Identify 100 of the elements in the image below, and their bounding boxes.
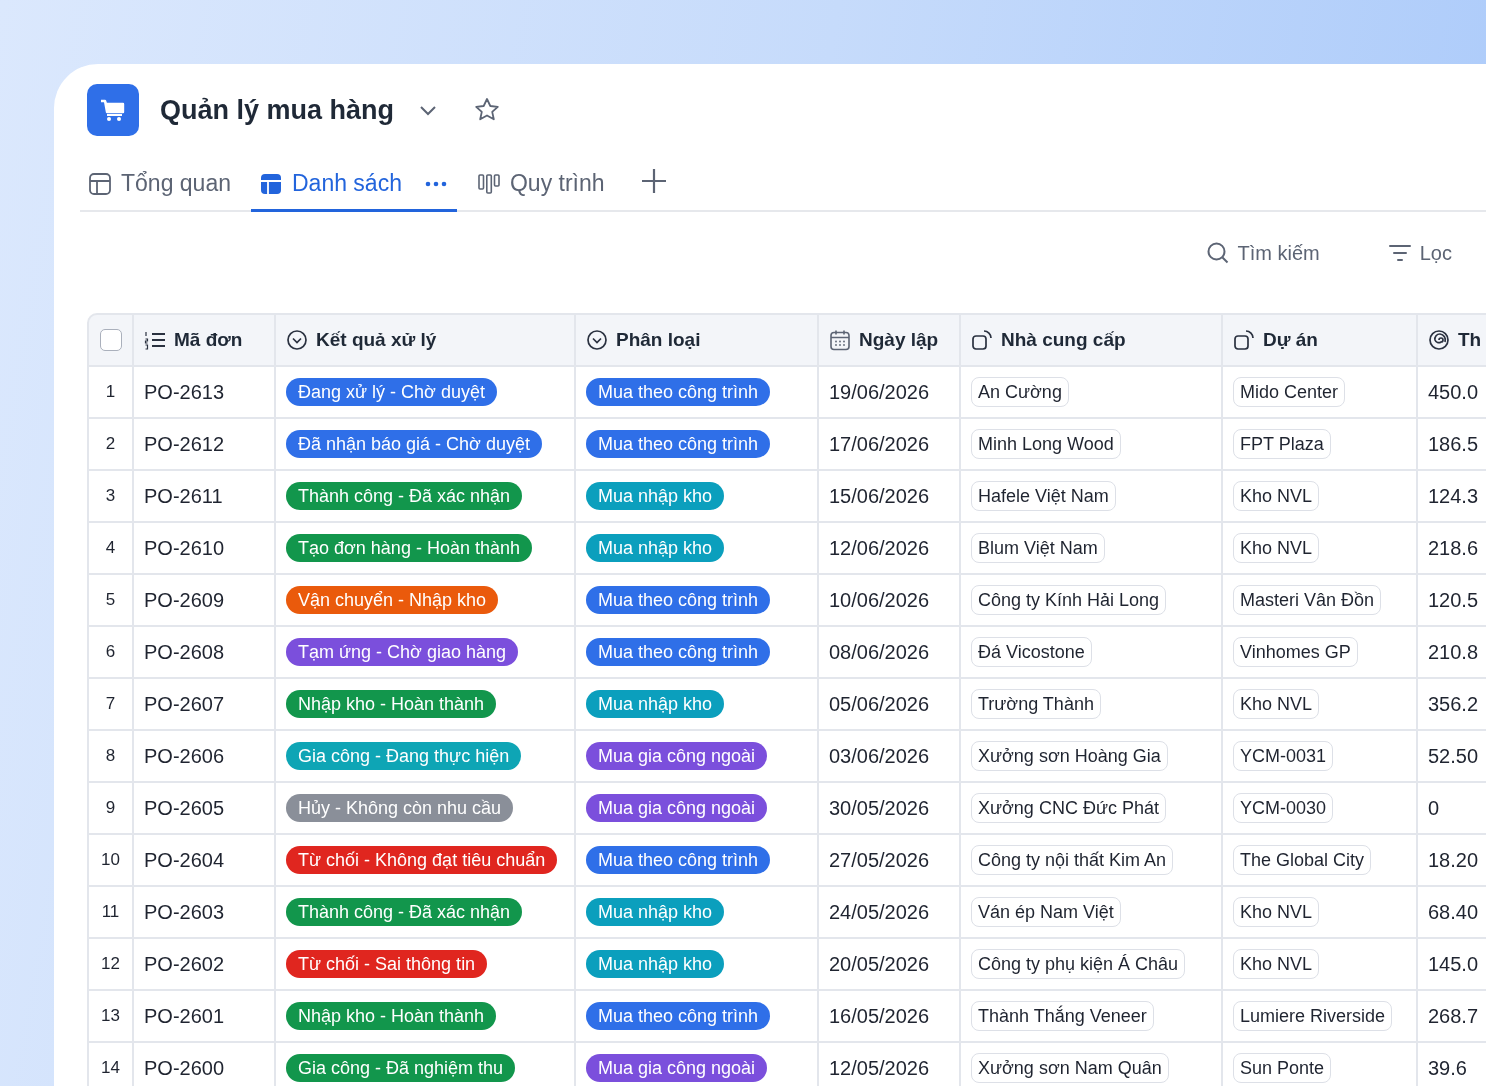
amount-text: 68.40 (1428, 900, 1479, 923)
project-chip[interactable]: Kho NVL (1233, 949, 1320, 979)
star-icon[interactable] (474, 97, 501, 123)
project-chip[interactable]: Kho NVL (1233, 689, 1320, 719)
supplier-chip[interactable]: Xưởng CNC Đức Phát (971, 793, 1166, 823)
category-tag: Mua theo công trình (586, 586, 771, 614)
supplier-chip[interactable]: Công ty nội thất Kim An (971, 845, 1174, 875)
status-tag: Từ chối - Không đạt tiêu chuẩn (286, 846, 558, 874)
category-tag: Mua nhập kho (586, 898, 725, 926)
column-header: Dự án (1263, 329, 1318, 351)
category-tag: Mua nhập kho (586, 690, 725, 718)
order-code: PO-2612 (144, 432, 225, 455)
date-text: 19/06/2026 (829, 380, 930, 403)
amount-text: 120.5 (1428, 588, 1479, 611)
date-text: 30/05/2026 (829, 796, 930, 819)
amount-text: 124.3 (1428, 484, 1479, 507)
order-code: PO-2607 (144, 692, 225, 715)
status-tag: Nhập kho - Hoàn thành (286, 690, 497, 718)
linked-square-icon (1233, 329, 1255, 351)
supplier-chip[interactable]: Công ty Kính Hải Long (971, 585, 1167, 615)
date-text: 16/05/2026 (829, 1004, 930, 1027)
column-header: Ngày lập (859, 329, 939, 351)
project-chip[interactable]: YCM-0030 (1233, 793, 1334, 823)
search-button[interactable]: Tìm kiếm (1199, 238, 1326, 268)
chevron-circle-icon (286, 329, 308, 351)
status-tag: Vận chuyển - Nhập kho (286, 586, 499, 614)
project-chip[interactable]: YCM-0031 (1233, 741, 1334, 771)
amount-text: 186.5 (1428, 432, 1479, 455)
project-chip[interactable]: Sun Ponte (1233, 1053, 1332, 1083)
plus-icon[interactable] (640, 168, 667, 194)
status-tag: Thành công - Đã xác nhận (286, 482, 523, 510)
supplier-chip[interactable]: Trường Thành (971, 689, 1101, 719)
row-number: 9 (105, 798, 116, 817)
row-number: 10 (101, 850, 120, 869)
calendar-icon (829, 329, 851, 351)
app-logo (87, 84, 139, 136)
category-tag: Mua theo công trình (586, 846, 771, 874)
row-number: 8 (105, 746, 116, 765)
date-text: 20/05/2026 (829, 952, 930, 975)
status-tag: Đã nhận báo giá - Chờ duyệt (286, 430, 542, 458)
project-chip[interactable]: Vinhomes GP (1233, 637, 1358, 667)
date-text: 12/06/2026 (829, 536, 930, 559)
amount-text: 18.20 (1428, 848, 1479, 871)
table-icon (88, 171, 112, 196)
status-tag: Gia công - Đang thực hiện (286, 742, 522, 770)
supplier-chip[interactable]: Hafele Việt Nam (971, 481, 1116, 511)
date-text: 24/05/2026 (829, 900, 930, 923)
column-header: Mã đơn (174, 329, 243, 351)
chevron-circle-icon (586, 329, 608, 351)
date-text: 05/06/2026 (829, 692, 930, 715)
project-chip[interactable]: Kho NVL (1233, 533, 1320, 563)
order-code: PO-2605 (144, 796, 225, 819)
checkbox[interactable] (99, 329, 122, 351)
numbered-list-icon (144, 330, 166, 350)
more-icon[interactable] (424, 180, 447, 187)
filter-icon (1387, 243, 1412, 263)
project-chip[interactable]: Lumiere Riverside (1233, 1001, 1393, 1031)
project-chip[interactable]: FPT Plaza (1233, 429, 1331, 459)
status-tag: Thành công - Đã xác nhận (286, 898, 523, 926)
row-number: 2 (105, 434, 116, 453)
search-icon (1205, 241, 1230, 265)
supplier-chip[interactable]: Đá Vicostone (971, 637, 1092, 667)
supplier-chip[interactable]: Thành Thắng Veneer (971, 1001, 1154, 1031)
order-code: PO-2600 (144, 1056, 225, 1079)
spiral-icon (1428, 329, 1450, 351)
amount-text: 52.50 (1428, 744, 1479, 767)
row-number: 6 (105, 642, 116, 661)
category-tag: Mua theo công trình (586, 378, 771, 406)
supplier-chip[interactable]: Xưởng sơn Hoàng Gia (971, 741, 1168, 771)
supplier-chip[interactable]: An Cường (971, 377, 1069, 407)
category-tag: Mua gia công ngoài (586, 742, 768, 770)
category-tag: Mua gia công ngoài (586, 794, 768, 822)
project-chip[interactable]: Kho NVL (1233, 897, 1320, 927)
project-chip[interactable]: Kho NVL (1233, 481, 1320, 511)
tab[interactable]: Danh sách (251, 158, 457, 212)
project-chip[interactable]: Mido Center (1233, 377, 1346, 407)
amount-text: 218.6 (1428, 536, 1479, 559)
tab[interactable]: Quy trình (468, 158, 613, 212)
tab[interactable]: Tổng quan (80, 158, 239, 212)
date-text: 12/05/2026 (829, 1056, 930, 1079)
supplier-chip[interactable]: Ván ép Nam Việt (971, 897, 1121, 927)
category-tag: Mua nhập kho (586, 534, 725, 562)
project-chip[interactable]: The Global City (1233, 845, 1372, 875)
amount-text: 39.6 (1428, 1056, 1467, 1079)
status-tag: Đang xử lý - Chờ duyệt (286, 378, 497, 406)
supplier-chip[interactable]: Blum Việt Nam (971, 533, 1105, 563)
columns-icon (476, 171, 501, 196)
filter-button[interactable]: Lọc (1381, 238, 1458, 268)
date-text: 27/05/2026 (829, 848, 930, 871)
supplier-chip[interactable]: Minh Long Wood (971, 429, 1121, 459)
supplier-chip[interactable]: Xưởng sơn Nam Quân (971, 1053, 1169, 1083)
column-header: Phân loại (616, 329, 701, 351)
status-tag: Nhập kho - Hoàn thành (286, 1002, 497, 1030)
project-chip[interactable]: Masteri Vân Đồn (1233, 585, 1382, 615)
category-tag: Mua theo công trình (586, 1002, 771, 1030)
row-number: 1 (105, 382, 116, 401)
row-number: 7 (105, 694, 116, 713)
order-code: PO-2601 (144, 1004, 225, 1027)
category-tag: Mua nhập kho (586, 482, 725, 510)
supplier-chip[interactable]: Công ty phụ kiện Á Châu (971, 949, 1186, 979)
